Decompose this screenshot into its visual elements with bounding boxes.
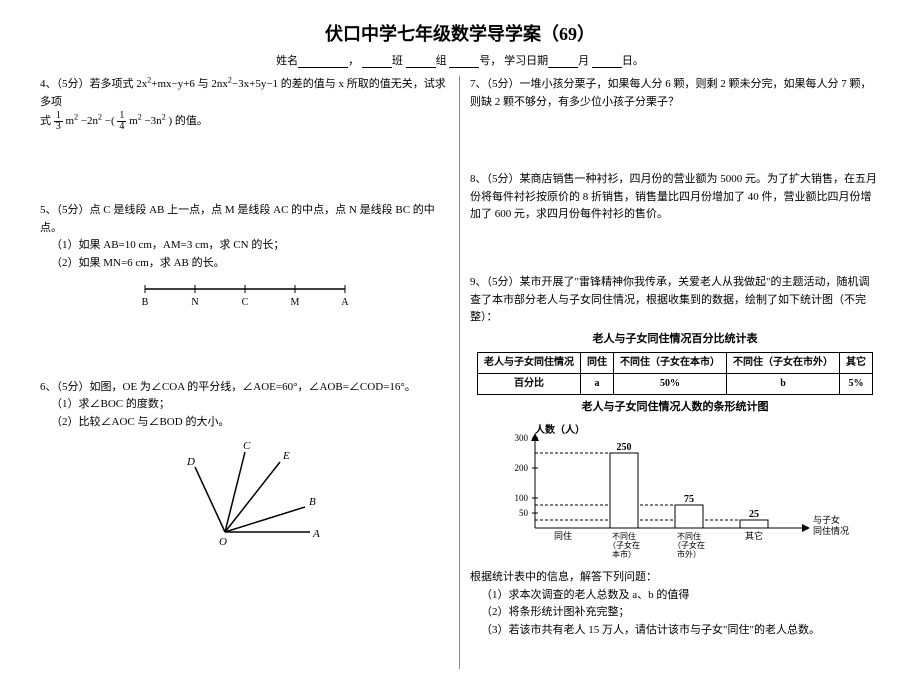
- group-label: 组: [436, 55, 447, 67]
- pt-B: B: [141, 297, 148, 308]
- name-label: 姓名: [276, 55, 298, 67]
- q4-l2f: −3n: [144, 115, 161, 127]
- th-other: 其它: [840, 353, 873, 374]
- line-segment-figure: B N C M A: [135, 279, 355, 309]
- bar-3: [675, 505, 703, 528]
- chart-title: 老人与子女同住情况人数的条形统计图: [470, 399, 880, 417]
- svg-text:（子女在: （子女在: [608, 540, 640, 550]
- num-blank: [449, 55, 479, 68]
- bar4-val: 25: [749, 509, 759, 520]
- q9-p2: （2）将条形统计图补充完整；: [470, 604, 880, 622]
- question-4: 4、（5分）若多项式 2x2+mx−y+6 与 2nx2−3x+5y−1 的差的…: [40, 76, 449, 132]
- td-pct: 百分比: [478, 374, 581, 395]
- lbl-E: E: [282, 450, 290, 462]
- th-situation: 老人与子女同住情况: [478, 353, 581, 374]
- pt-M: M: [290, 297, 299, 308]
- name-blank: [298, 55, 348, 68]
- month-label: 月: [578, 55, 589, 67]
- question-9: 9、（5分）某市开展了"雷锋精神你我传承，关爱老人从我做起"的主题活动，随机调查…: [470, 274, 880, 639]
- td-a: a: [581, 374, 614, 395]
- month-blank: [548, 55, 578, 68]
- columns: 4、（5分）若多项式 2x2+mx−y+6 与 2nx2−3x+5y−1 的差的…: [30, 76, 890, 669]
- table-title: 老人与子女同住情况百分比统计表: [470, 331, 880, 349]
- td-50: 50%: [614, 374, 727, 395]
- th-notout: 不同住（子女在市外）: [727, 353, 840, 374]
- td-b: b: [727, 374, 840, 395]
- q4-l2c: −2n: [81, 115, 98, 127]
- q9-p1: （1）求本次调查的老人总数及 a、b 的值得: [470, 587, 880, 605]
- y-label: 人数（人）: [535, 423, 585, 436]
- page-title: 伏口中学七年级数学导学案（69）: [30, 20, 890, 46]
- question-6: 6、（5分）如图，OE 为∠COA 的平分线，∠AOE=60°，∠AOB=∠CO…: [40, 379, 449, 548]
- tick-100: 100: [515, 493, 529, 503]
- group-blank: [406, 55, 436, 68]
- svg-text:本市）: 本市）: [612, 549, 636, 559]
- bar-2: [610, 453, 638, 528]
- frac-1-3: 13: [54, 111, 63, 132]
- lbl-D: D: [186, 456, 195, 468]
- bar2-val: 250: [617, 442, 632, 453]
- x-note2: 同住情况: [813, 525, 849, 536]
- th-together: 同住: [581, 353, 614, 374]
- pt-A: A: [341, 297, 349, 308]
- q9-text: 9、（5分）某市开展了"雷锋精神你我传承，关爱老人从我做起"的主题活动，随机调查…: [470, 274, 880, 327]
- tick-300: 300: [515, 433, 529, 443]
- tick-50: 50: [519, 508, 529, 518]
- lbl-B: B: [309, 496, 316, 508]
- x-note1: 与子女: [813, 514, 840, 525]
- frac-1-4: 14: [117, 111, 126, 132]
- q4-l2a: 式: [40, 115, 51, 127]
- cat1: 同住: [554, 530, 572, 541]
- svg-text:市外）: 市外）: [677, 549, 701, 559]
- day-blank: [592, 55, 622, 68]
- q4-prefix: 4、（5分）若多项式 2x: [40, 78, 147, 90]
- q5-text: 5、（5分）点 C 是线段 AB 上一点，点 M 是线段 AC 的中点，点 N …: [40, 202, 449, 237]
- svg-text:不同住: 不同住: [677, 531, 701, 541]
- q4-l2b: m: [66, 115, 75, 127]
- th-notin: 不同住（子女在本市）: [614, 353, 727, 374]
- bar-chart: 人数（人） 50 100 200 300 250 75 25 同住 不同住: [495, 423, 855, 563]
- q6-sub2: （2）比较∠AOC 与∠BOD 的大小。: [40, 414, 449, 432]
- q9-after: 根据统计表中的信息，解答下列问题：: [470, 569, 880, 587]
- right-column: 7、（5分）一堆小孩分栗子，如果每人分 6 颗，则剩 2 颗未分完，如果每人分 …: [460, 76, 890, 669]
- lbl-C: C: [243, 440, 251, 452]
- arrow-right-icon: [802, 524, 810, 532]
- pt-C: C: [241, 297, 248, 308]
- question-7: 7、（5分）一堆小孩分栗子，如果每人分 6 颗，则剩 2 颗未分完，如果每人分 …: [470, 76, 880, 111]
- svg-text:（子女在: （子女在: [673, 540, 705, 550]
- q6-sub1: （1）求∠BOC 的度数；: [40, 396, 449, 414]
- num-label: 号，: [479, 55, 501, 67]
- class-label: 班: [392, 55, 403, 67]
- q4-mid1: +mx−y+6 与 2nx: [151, 78, 228, 90]
- lbl-A: A: [312, 528, 320, 540]
- lbl-O: O: [219, 536, 227, 547]
- header-line: 姓名， 班 组 号， 学习日期月 日。: [30, 52, 890, 68]
- percent-table: 老人与子女同住情况 同住 不同住（子女在本市） 不同住（子女在市外） 其它 百分…: [477, 352, 873, 395]
- q5-sub1: （1）如果 AB=10 cm，AM=3 cm，求 CN 的长；: [40, 237, 449, 255]
- pt-N: N: [191, 297, 198, 308]
- bar3-val: 75: [684, 494, 694, 505]
- q4-l2d: −(: [105, 115, 115, 127]
- angle-figure: A B E C D O: [165, 437, 325, 547]
- q7-text: 7、（5分）一堆小孩分栗子，如果每人分 6 颗，则剩 2 颗未分完，如果每人分 …: [470, 78, 872, 108]
- q8-text: 8、（5分）某商店销售一种衬衫，四月份的营业额为 5000 元。为了扩大销售，在…: [470, 173, 877, 220]
- cat4: 其它: [745, 530, 763, 541]
- question-8: 8、（5分）某商店销售一种衬衫，四月份的营业额为 5000 元。为了扩大销售，在…: [470, 171, 880, 224]
- bar-4: [740, 520, 768, 528]
- q6-text: 6、（5分）如图，OE 为∠COA 的平分线，∠AOE=60°，∠AOB=∠CO…: [40, 379, 449, 397]
- class-blank: [362, 55, 392, 68]
- tick-200: 200: [515, 463, 529, 473]
- left-column: 4、（5分）若多项式 2x2+mx−y+6 与 2nx2−3x+5y−1 的差的…: [30, 76, 460, 669]
- td-5: 5%: [840, 374, 873, 395]
- day-label: 日。: [622, 55, 644, 67]
- q5-sub2: （2）如果 MN=6 cm，求 AB 的长。: [40, 255, 449, 273]
- question-5: 5、（5分）点 C 是线段 AB 上一点，点 M 是线段 AC 的中点，点 N …: [40, 202, 449, 308]
- svg-text:不同住: 不同住: [612, 531, 636, 541]
- date-label: 学习日期: [504, 55, 548, 67]
- q4-l2e: m: [129, 115, 138, 127]
- q4-l2g: ) 的值。: [168, 115, 207, 127]
